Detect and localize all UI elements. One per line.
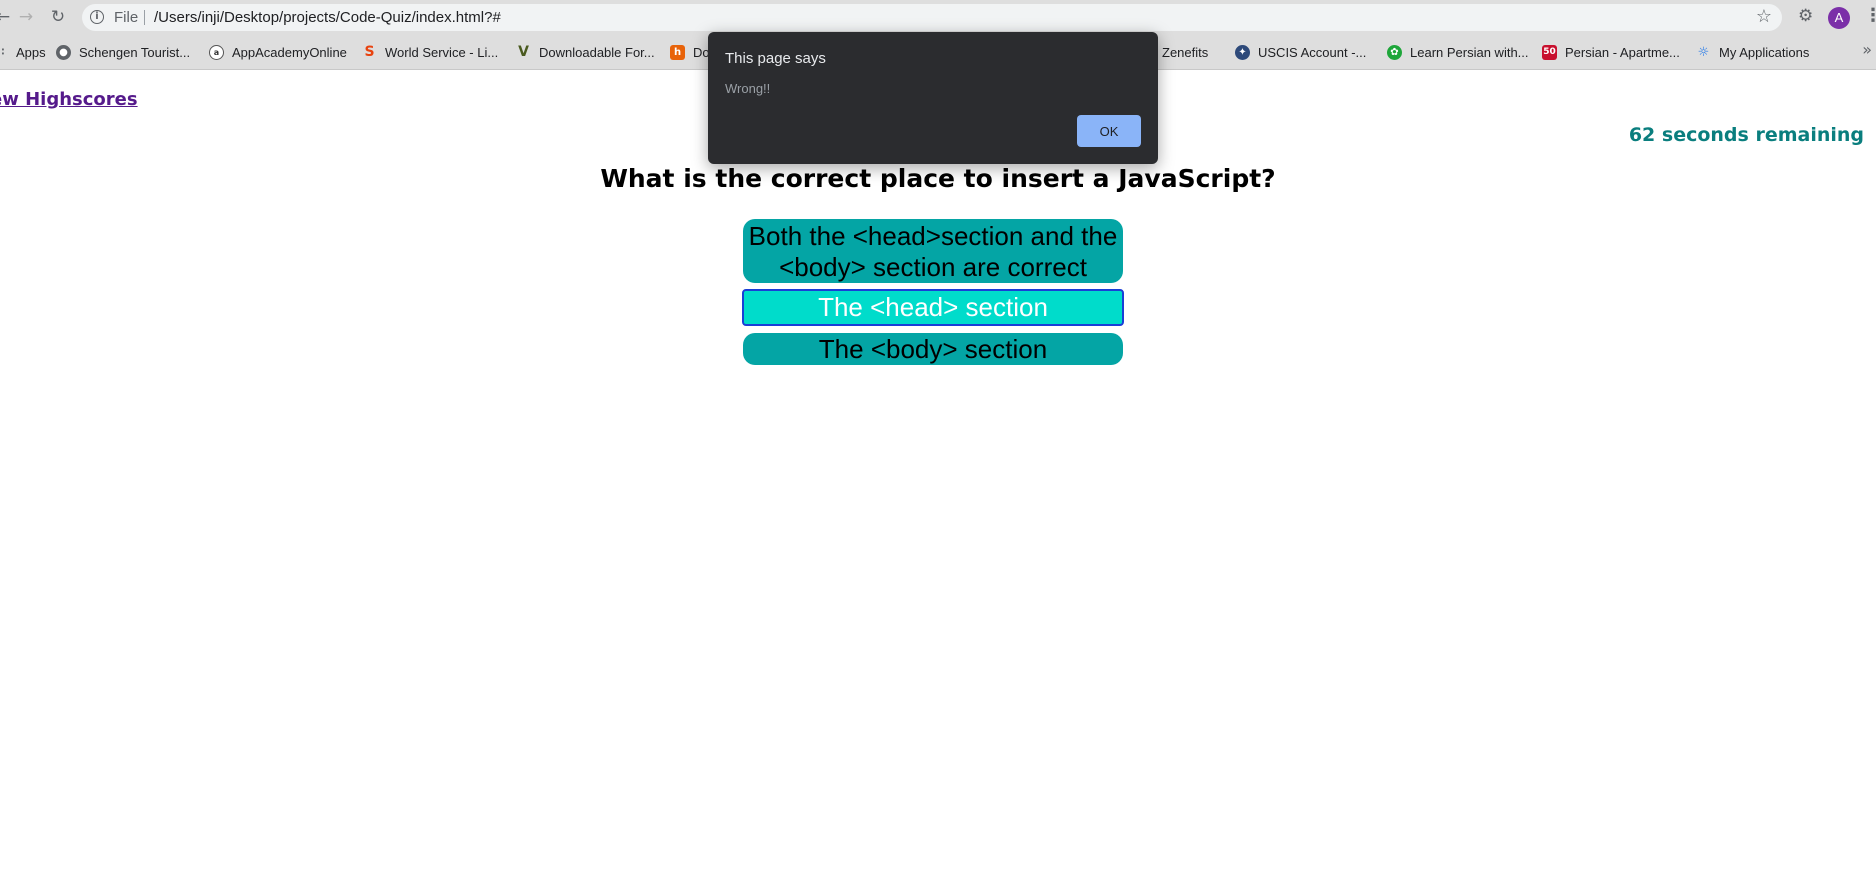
url-scheme: File: [114, 9, 139, 26]
green-leaf-icon: ✿: [1387, 44, 1402, 60]
app-academy-icon: a: [209, 44, 224, 60]
dialog-ok-button[interactable]: OK: [1077, 115, 1141, 147]
bookmark-label: My Applications: [1719, 44, 1810, 60]
bookmark-schengen[interactable]: ● Schengen Tourist...: [56, 42, 190, 62]
reload-icon[interactable]: ↻: [47, 6, 69, 28]
address-bar[interactable]: i File /Users/inji/Desktop/projects/Code…: [82, 4, 1782, 31]
alert-dialog: This page says Wrong!! OK: [708, 32, 1158, 164]
browser-toolbar: ← → ↻ i File /Users/inji/Desktop/project…: [0, 0, 1876, 34]
extensions-puzzle-icon[interactable]: ⚙: [1798, 6, 1813, 26]
timer-text: 62 seconds remaining: [1628, 124, 1864, 146]
forward-arrow-icon[interactable]: →: [15, 6, 37, 28]
answer-button-1[interactable]: Both the <head>section and the <body> se…: [743, 219, 1123, 283]
back-arrow-icon[interactable]: ←: [0, 6, 14, 28]
bookmark-label: Schengen Tourist...: [79, 44, 191, 60]
bookmark-label: Downloadable For...: [539, 44, 655, 60]
url-text[interactable]: /Users/inji/Desktop/projects/Code-Quiz/i…: [154, 9, 501, 26]
bookmark-do[interactable]: h Do: [670, 42, 710, 62]
bookmark-downloadable[interactable]: V Downloadable For...: [516, 42, 655, 62]
bookmark-learn-persian[interactable]: ✿ Learn Persian with...: [1387, 42, 1529, 62]
lightbulb-icon: ☼: [1697, 44, 1710, 60]
bookmark-appacademy[interactable]: a AppAcademyOnline: [209, 42, 347, 62]
bookmark-label: Persian - Apartme...: [1565, 44, 1680, 60]
bookmark-label: USCIS Account -...: [1258, 44, 1367, 60]
bookmark-label: Apps: [16, 44, 46, 60]
globe-icon: ●: [56, 44, 71, 60]
apps-grid-icon: ∷: [0, 46, 5, 58]
orange-site-icon: h: [670, 44, 685, 60]
answer-button-2[interactable]: The <head> section: [742, 289, 1124, 326]
red-50-icon: 50: [1542, 44, 1557, 60]
bookmark-my-applications[interactable]: ☼ My Applications: [1696, 42, 1810, 62]
uscis-seal-icon: ✦: [1235, 44, 1250, 60]
v-logo-icon: V: [518, 43, 529, 60]
bookmark-label: Zenefits: [1162, 44, 1209, 60]
view-highscores-link[interactable]: ew Highscores: [0, 89, 138, 110]
bookmark-uscis[interactable]: ✦ USCIS Account -...: [1235, 42, 1366, 62]
question-title: What is the correct place to insert a Ja…: [600, 164, 1276, 193]
kebab-menu-icon[interactable]: ⋮: [1864, 5, 1876, 26]
answer-line-1: Both the <head>section and the: [748, 220, 1118, 251]
dialog-message: Wrong!!: [725, 81, 771, 96]
chevron-more-icon[interactable]: »: [1862, 40, 1872, 59]
bookmark-apps[interactable]: ∷ Apps: [0, 42, 46, 62]
dialog-title: This page says: [725, 50, 826, 67]
answer-line-2: <body> section are correct: [779, 251, 1087, 282]
bookmark-persian-apartment[interactable]: 50 Persian - Apartme...: [1542, 42, 1680, 62]
bookmark-star-icon[interactable]: ☆: [1756, 6, 1772, 27]
info-icon[interactable]: i: [90, 10, 104, 24]
bookmark-label: AppAcademyOnline: [232, 44, 347, 60]
address-separator: [144, 10, 145, 25]
bookmark-world-service[interactable]: S World Service - Li...: [362, 42, 498, 62]
world-service-icon: S: [364, 43, 375, 60]
answer-button-3[interactable]: The <body> section: [743, 333, 1123, 365]
bookmark-label: Learn Persian with...: [1410, 44, 1529, 60]
bookmark-label: World Service - Li...: [385, 44, 499, 60]
profile-avatar[interactable]: A: [1828, 7, 1850, 29]
